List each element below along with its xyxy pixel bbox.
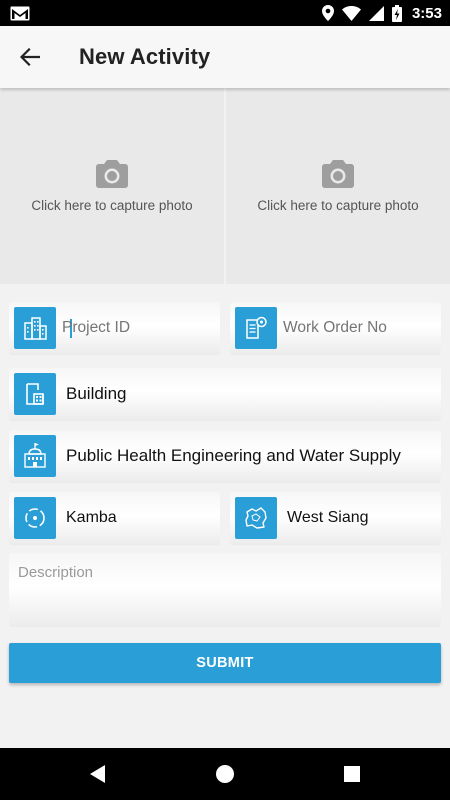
nav-home-button[interactable] [213,762,237,786]
description-field[interactable] [9,553,441,627]
department-value: Public Health Engineering and Water Supp… [66,446,401,465]
square-recents-icon [344,766,360,782]
document-gear-icon [235,307,277,349]
app-bar: New Activity [0,26,450,88]
camera-icon [96,160,128,188]
triangle-back-icon [90,765,105,783]
district-value: West Siang [287,509,369,526]
back-button[interactable] [14,41,46,73]
government-building-icon [14,435,56,477]
location-circle-icon [14,497,56,539]
project-id-input[interactable] [62,302,212,354]
category-value: Building [66,384,127,403]
work-order-field[interactable] [230,302,441,354]
location-field[interactable]: Kamba [9,492,220,544]
district-field[interactable]: West Siang [230,492,441,544]
navigation-bar [0,748,450,800]
submit-button[interactable]: SUBMIT [9,643,441,683]
nav-back-button[interactable] [86,762,110,786]
location-value: Kamba [66,509,117,526]
arrow-left-icon [20,48,40,66]
location-icon [321,5,334,21]
department-field[interactable]: Public Health Engineering and Water Supp… [9,430,441,482]
page-title: New Activity [79,44,211,69]
capture-photo-1[interactable]: Click here to capture photo [0,88,224,284]
wifi-icon [341,5,361,21]
description-input[interactable] [9,553,441,627]
gmail-notification-icon [10,6,30,21]
clock: 3:53 [411,4,442,22]
signal-icon [368,5,384,21]
battery-icon [391,4,402,22]
building-plan-icon [14,373,56,415]
status-bar: 3:53 [0,0,450,26]
camera-icon [322,160,354,188]
category-field[interactable]: Building [9,368,441,420]
buildings-icon [14,307,56,349]
nav-recents-button[interactable] [340,762,364,786]
capture-photo-label: Click here to capture photo [31,198,193,213]
capture-photo-2[interactable]: Click here to capture photo [226,88,450,284]
photo-capture-area: Click here to capture photo Click here t… [0,88,450,284]
work-order-input[interactable] [283,302,433,354]
circle-home-icon [216,765,234,783]
capture-photo-label: Click here to capture photo [257,198,419,213]
map-region-icon [235,497,277,539]
project-id-field[interactable] [9,302,220,354]
